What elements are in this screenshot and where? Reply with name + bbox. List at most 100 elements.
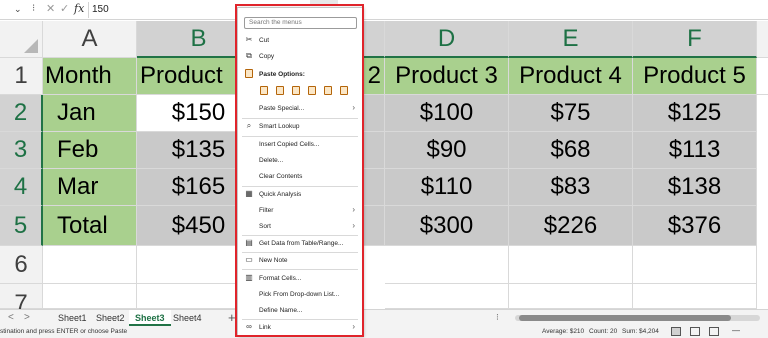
cell-a2[interactable]: Jan bbox=[43, 95, 137, 132]
paste-icon[interactable] bbox=[259, 86, 269, 97]
row-header-7[interactable]: 7 bbox=[0, 284, 43, 317]
cell-f5[interactable]: $376 bbox=[633, 206, 757, 246]
menu-item-cut[interactable]: ✂ Cut bbox=[238, 34, 362, 48]
menu-item-paste-special[interactable]: Paste Special... › bbox=[238, 102, 362, 116]
column-header-e[interactable]: E bbox=[509, 21, 633, 58]
menu-item-smart-lookup[interactable]: ⌕ Smart Lookup bbox=[238, 120, 362, 134]
cell-a3[interactable]: Feb bbox=[43, 132, 137, 169]
tab-sheet1[interactable]: Sheet1 bbox=[52, 310, 93, 326]
cancel-icon[interactable]: ✕ bbox=[46, 2, 55, 15]
cell-a7[interactable] bbox=[43, 284, 137, 309]
cell-f2[interactable]: $125 bbox=[633, 95, 757, 132]
status-average[interactable]: Average: $210 bbox=[542, 328, 584, 335]
menu-divider bbox=[242, 186, 358, 187]
scissors-icon: ✂ bbox=[245, 35, 253, 44]
menu-item-paste-special-label: Paste Special... bbox=[259, 105, 305, 112]
tab-splitter-icon[interactable]: ⁝ bbox=[496, 312, 499, 323]
menu-item-format-cells[interactable]: ▥ Format Cells... bbox=[238, 272, 362, 286]
next-sheet-icon[interactable]: > bbox=[24, 312, 30, 323]
select-all-triangle-icon[interactable] bbox=[24, 39, 38, 53]
add-sheet-button[interactable]: + bbox=[228, 310, 236, 325]
row-header-5[interactable]: 5 bbox=[0, 206, 43, 246]
menu-divider bbox=[242, 319, 358, 320]
menu-item-filter[interactable]: Filter › bbox=[238, 204, 362, 218]
cell-d6[interactable] bbox=[385, 246, 509, 284]
page-break-preview-icon[interactable] bbox=[709, 327, 719, 336]
cell-d5[interactable]: $300 bbox=[385, 206, 509, 246]
zoom-out-button[interactable]: — bbox=[732, 326, 740, 335]
paste-link-icon[interactable] bbox=[339, 86, 349, 97]
cell-f1[interactable]: Product 5 bbox=[633, 58, 757, 95]
menu-item-get-data[interactable]: ▤ Get Data from Table/Range... bbox=[238, 237, 362, 251]
paste-values-123-icon[interactable] bbox=[275, 86, 285, 97]
cell-e1[interactable]: Product 4 bbox=[509, 58, 633, 95]
row-header-3[interactable]: 3 bbox=[0, 132, 43, 169]
page-layout-view-icon[interactable] bbox=[690, 327, 700, 336]
context-menu: Search the menus ✂ Cut ⧉ Copy Paste Opti… bbox=[237, 7, 363, 336]
tab-sheet2[interactable]: Sheet2 bbox=[90, 310, 131, 326]
name-box-dropdown-icon[interactable]: ⌄ bbox=[14, 4, 22, 15]
horizontal-scroll-thumb[interactable] bbox=[519, 315, 731, 321]
status-count[interactable]: Count: 20 bbox=[589, 328, 617, 335]
horizontal-scrollbar[interactable] bbox=[515, 315, 760, 321]
paste-formulas-fx-icon[interactable] bbox=[291, 86, 301, 97]
cell-d2[interactable]: $100 bbox=[385, 95, 509, 132]
status-message: stination and press ENTER or choose Past… bbox=[0, 328, 128, 335]
tab-sheet3[interactable]: Sheet3 bbox=[129, 310, 171, 326]
menu-item-quick-analysis[interactable]: ▦ Quick Analysis bbox=[238, 188, 362, 202]
insert-function-icon[interactable]: fx bbox=[74, 2, 84, 15]
menu-item-link[interactable]: ∞ Link › bbox=[238, 321, 362, 335]
cell-a5[interactable]: Total bbox=[43, 206, 137, 246]
paste-transpose-icon[interactable] bbox=[307, 86, 317, 97]
column-header-d[interactable]: D bbox=[385, 21, 509, 58]
menu-item-clear-contents[interactable]: Clear Contents bbox=[238, 170, 362, 184]
cell-d1[interactable]: Product 3 bbox=[385, 58, 509, 95]
cell-d7[interactable] bbox=[385, 284, 509, 309]
cell-g1[interactable] bbox=[757, 58, 768, 95]
menu-item-delete[interactable]: Delete... bbox=[238, 154, 362, 168]
cell-e2[interactable]: $75 bbox=[509, 95, 633, 132]
row-header-6[interactable]: 6 bbox=[0, 246, 43, 284]
formula-input[interactable]: 150 bbox=[92, 4, 109, 15]
table-icon: ▤ bbox=[245, 238, 253, 247]
row-header-4[interactable]: 4 bbox=[0, 169, 43, 206]
cell-a1[interactable]: Month bbox=[43, 58, 137, 95]
formula-bar-options-icon[interactable]: ⁝ bbox=[32, 3, 35, 14]
menu-item-new-note[interactable]: ▭ New Note bbox=[238, 254, 362, 268]
cell-e4[interactable]: $83 bbox=[509, 169, 633, 206]
normal-view-icon[interactable] bbox=[671, 327, 681, 336]
menu-item-insert-copied-cells[interactable]: Insert Copied Cells... bbox=[238, 138, 362, 152]
column-header-a[interactable]: A bbox=[43, 21, 137, 58]
prev-sheet-icon[interactable]: < bbox=[8, 312, 14, 323]
menu-item-quick-analysis-label: Quick Analysis bbox=[259, 191, 302, 198]
cell-d4[interactable]: $110 bbox=[385, 169, 509, 206]
menu-item-define-name[interactable]: Define Name... bbox=[238, 304, 362, 318]
cell-e5[interactable]: $226 bbox=[509, 206, 633, 246]
row-header-2[interactable]: 2 bbox=[0, 95, 43, 132]
cell-f6[interactable] bbox=[633, 246, 757, 284]
cell-f7[interactable] bbox=[633, 284, 757, 309]
cell-e3[interactable]: $68 bbox=[509, 132, 633, 169]
menu-item-copy[interactable]: ⧉ Copy bbox=[238, 50, 362, 64]
cell-e6[interactable] bbox=[509, 246, 633, 284]
cell-f3[interactable]: $113 bbox=[633, 132, 757, 169]
status-sum[interactable]: Sum: $4,204 bbox=[622, 328, 659, 335]
excel-window: ⌄ ⁝ ✕ ✓ fx 150 A B C D E F 1 2 3 4 5 6 7… bbox=[0, 0, 768, 338]
cell-a4[interactable]: Mar bbox=[43, 169, 137, 206]
search-icon: ⌕ bbox=[246, 121, 252, 130]
cell-a6[interactable] bbox=[43, 246, 137, 284]
tab-sheet4[interactable]: Sheet4 bbox=[167, 310, 208, 326]
cell-e7[interactable] bbox=[509, 284, 633, 309]
column-header-g[interactable] bbox=[757, 21, 768, 58]
menu-search-input[interactable]: Search the menus bbox=[244, 17, 357, 29]
paste-formatting-icon[interactable] bbox=[323, 86, 333, 97]
cell-d3[interactable]: $90 bbox=[385, 132, 509, 169]
formula-bar: ⌄ ⁝ ✕ ✓ fx 150 bbox=[0, 0, 768, 20]
menu-item-sort[interactable]: Sort › bbox=[238, 220, 362, 234]
row-header-1[interactable]: 1 bbox=[0, 58, 43, 95]
menu-item-pick-dropdown[interactable]: Pick From Drop-down List... bbox=[238, 288, 362, 302]
menu-item-pick-dropdown-label: Pick From Drop-down List... bbox=[259, 291, 340, 298]
column-header-f[interactable]: F bbox=[633, 21, 757, 58]
cell-f4[interactable]: $138 bbox=[633, 169, 757, 206]
enter-icon[interactable]: ✓ bbox=[60, 2, 69, 15]
